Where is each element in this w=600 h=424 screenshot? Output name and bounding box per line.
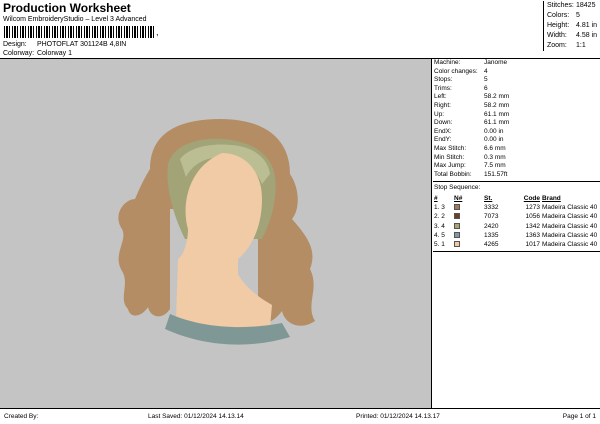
barcode-tail: , (156, 27, 159, 37)
worksheet-title: Production Worksheet (3, 1, 131, 15)
info-right: Right: 58.2 mm (434, 101, 510, 109)
design-label: Design: (3, 41, 27, 48)
stat-width: Width: 4.58 in (547, 32, 598, 39)
info-stops: Stops: 5 (434, 76, 488, 84)
color-swatch (454, 240, 460, 247)
machine-info-panel: Machine: Janome Color changes: 4 Stops: 5 T… (434, 59, 600, 179)
info-machine: Machine: Janome (434, 59, 508, 66)
info-color-changes: Color changes: 4 (434, 67, 488, 75)
page-number: Page 1 of 1 (562, 413, 596, 420)
table-row: 3. 4 2420 1342 Madeira Classic 40 (434, 222, 598, 230)
stat-zoom: Zoom: 1:1 (547, 42, 586, 49)
color-swatch (454, 204, 460, 211)
table-row: 5. 1 4265 1017 Madeira Classic 40 (434, 240, 598, 248)
info-left: Left: 58.2 mm (434, 93, 510, 101)
stop-sequence-title: Stop Sequence: (434, 184, 481, 191)
embroidery-design-image (118, 119, 315, 345)
stat-height: Height: 4.81 in (547, 22, 598, 29)
info-endx: EndX: 0.00 in (434, 127, 504, 135)
color-swatch (454, 222, 460, 229)
info-max-jump: Max Jump: 7.5 mm (434, 162, 506, 170)
table-row: 2. 2 7073 1056 Madeira Classic 40 (434, 213, 598, 221)
table-row: 4. 5 1335 1363 Madeira Classic 40 (434, 231, 598, 239)
stats-panel: Stitches: 18425 Colors: 5 Height: 4.81 in W… (543, 1, 599, 51)
design-row: Design: PHOTOFLAT 301124B 4,8IN (3, 41, 126, 48)
colorway-label: Colorway: (3, 50, 35, 57)
info-max-stitch: Max Stitch: 6.6 mm (434, 144, 506, 152)
stat-colors: Colors: 5 (547, 12, 580, 19)
software-subtitle: Wilcom EmbroideryStudio – Level 3 Advanc… (3, 16, 147, 23)
created-by: Created By: (4, 413, 39, 420)
color-swatch (454, 213, 460, 220)
barcode (4, 26, 154, 38)
colorway-value: Colorway 1 (36, 50, 72, 57)
footer: Created By: Last Saved: 01/12/2024 14.13… (0, 408, 600, 424)
design-value: PHOTOFLAT 301124B 4,8IN (36, 41, 127, 48)
printed-date: Printed: 01/12/2024 14.13.17 (356, 413, 440, 420)
design-preview (0, 59, 432, 408)
divider (433, 251, 600, 252)
stop-sequence-header: # N# St. Code Brand (434, 195, 561, 202)
info-min-stitch: Min Stitch: 0.3 mm (434, 153, 506, 161)
info-endy: EndY: 0.00 in (434, 136, 504, 144)
stop-sequence-table: # N# St. Code Brand 1. 3 3332 1273 Madei… (434, 194, 600, 249)
colorway-row: Colorway: Colorway 1 (3, 50, 72, 57)
info-up: Up: 61.1 mm (434, 110, 510, 118)
info-down: Down: 61.1 mm (434, 119, 510, 127)
stat-stitches: Stitches: 18425 (547, 2, 596, 9)
divider (433, 181, 600, 182)
info-trims: Trims: 6 (434, 84, 488, 92)
table-row: 1. 3 3332 1273 Madeira Classic 40 (434, 204, 598, 212)
color-swatch (454, 231, 460, 238)
last-saved: Last Saved: 01/12/2024 14.13.14 (148, 413, 244, 420)
info-total-bobbin: Total Bobbin: 151.57ft (434, 170, 508, 178)
